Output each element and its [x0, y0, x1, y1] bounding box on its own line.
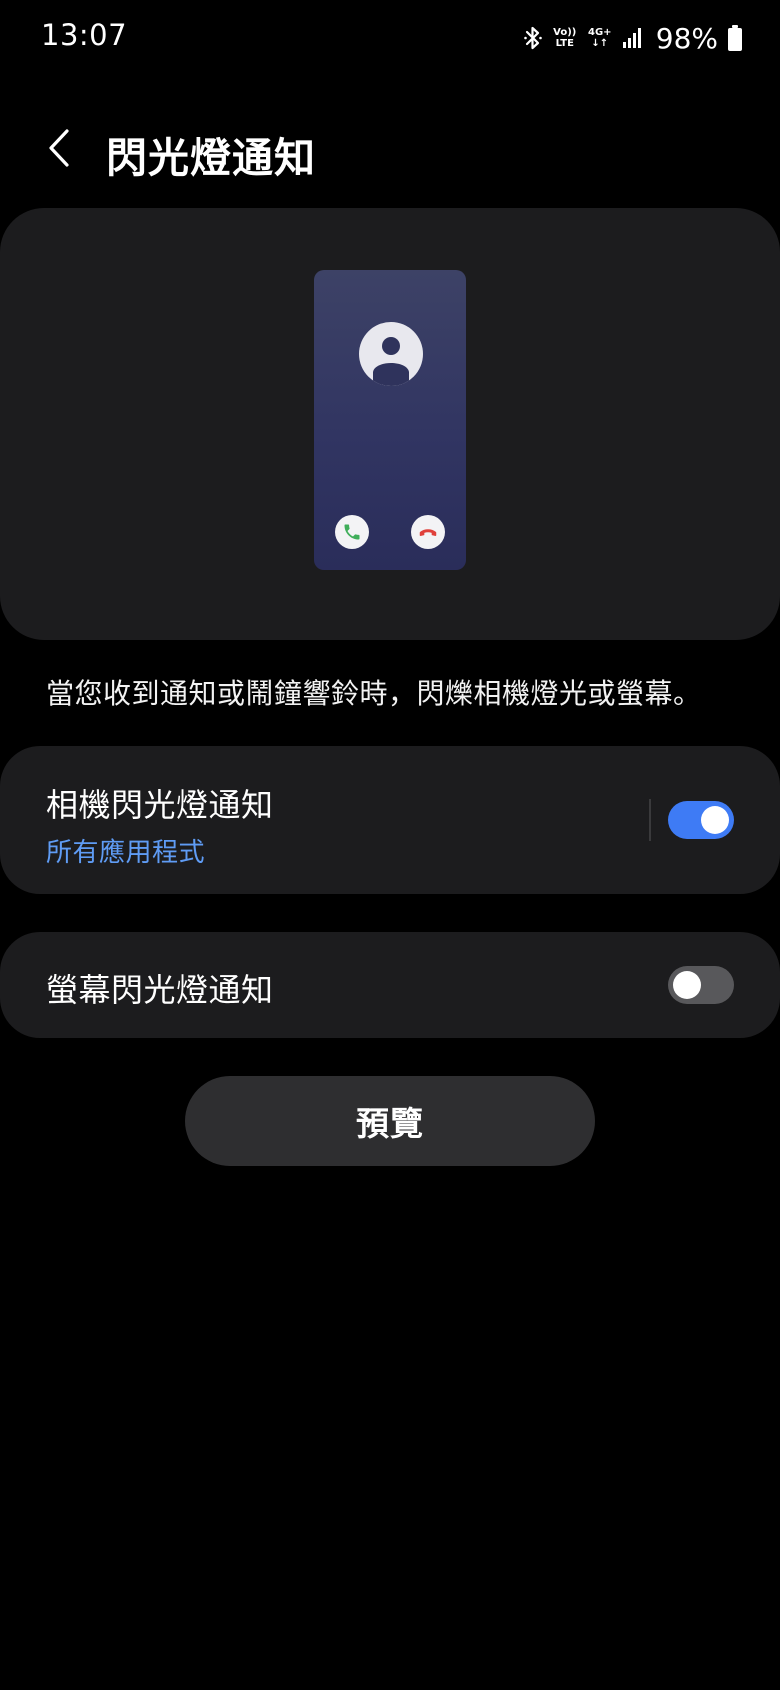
accept-call-icon — [335, 515, 369, 549]
feature-description: 當您收到通知或鬧鐘響鈴時，閃爍相機燈光或螢幕。 — [46, 677, 702, 710]
incoming-call-illustration — [314, 270, 466, 570]
toggle-knob — [673, 971, 701, 999]
camera-flash-title: 相機閃光燈通知 — [46, 786, 274, 824]
illustration-card — [0, 208, 780, 640]
volte-icon: Vo)) LTE — [552, 27, 578, 49]
network-line1: 4G+ — [587, 27, 612, 38]
screen-flash-setting[interactable]: 螢幕閃光燈通知 — [0, 932, 780, 1038]
status-time: 13:07 — [41, 18, 128, 52]
volte-line2: LTE — [555, 38, 574, 49]
signal-icon — [622, 27, 644, 49]
page-title: 閃光燈通知 — [106, 134, 316, 182]
status-icons: Vo)) LTE 4G+ ↓↑ 98% — [523, 18, 742, 58]
toggle-knob — [701, 806, 729, 834]
preview-button[interactable]: 預覽 — [185, 1076, 595, 1166]
app-header: 閃光燈通知 — [0, 108, 780, 192]
back-button[interactable] — [34, 122, 84, 178]
network-type-icon: 4G+ ↓↑ — [588, 27, 612, 49]
decline-call-icon — [411, 515, 445, 549]
battery-icon — [728, 25, 742, 51]
network-line2: ↓↑ — [591, 38, 609, 49]
camera-flash-toggle[interactable] — [668, 801, 734, 839]
contact-avatar-icon — [359, 322, 423, 386]
volte-line1: Vo)) — [553, 27, 577, 38]
camera-flash-setting[interactable]: 相機閃光燈通知 所有應用程式 — [0, 746, 780, 894]
battery-percent: 98% — [655, 21, 718, 55]
camera-flash-apps-subtitle: 所有應用程式 — [46, 838, 206, 868]
setting-divider — [649, 799, 651, 841]
back-arrow-icon — [46, 128, 72, 172]
screen-flash-title: 螢幕閃光燈通知 — [46, 971, 274, 1009]
bluetooth-icon — [523, 25, 542, 51]
screen-flash-toggle[interactable] — [668, 966, 734, 1004]
status-bar: 13:07 Vo)) LTE 4G+ ↓↑ 98% — [0, 0, 780, 76]
